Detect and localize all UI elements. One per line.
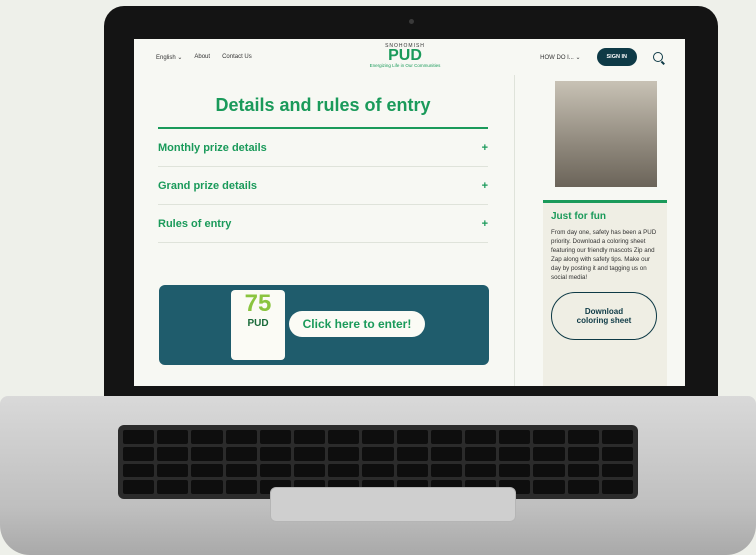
key <box>362 463 394 478</box>
key <box>465 446 497 461</box>
key <box>362 430 394 444</box>
webcam <box>409 19 414 24</box>
about-link[interactable]: About <box>194 54 210 60</box>
how-do-i-menu[interactable]: HOW DO I... ⌄ <box>540 54 580 61</box>
pud-logo[interactable]: SNOHOMISH PUD Energizing Life in Our Com… <box>360 43 450 68</box>
page-title: Details and rules of entry <box>215 95 431 115</box>
just-for-fun-card: Just for fun From day one, safety has be… <box>543 200 667 386</box>
key <box>465 430 497 444</box>
nav-left: English ⌄ About Contact Us <box>156 54 252 61</box>
key <box>533 463 565 478</box>
key <box>294 430 326 444</box>
key <box>396 430 428 444</box>
card-text: From day one, safety has been a PUD prio… <box>551 229 657 281</box>
key <box>294 463 326 478</box>
accordion-label: Rules of entry <box>158 217 232 230</box>
key <box>567 446 599 461</box>
key <box>499 446 531 461</box>
accordion-monthly-prize[interactable]: Monthly prize details + <box>158 129 488 167</box>
key <box>328 463 360 478</box>
main-content: Details and rules of entry Monthly prize… <box>158 79 488 243</box>
key <box>567 430 599 444</box>
search-icon[interactable] <box>653 52 663 62</box>
key <box>123 480 155 494</box>
key <box>225 430 257 444</box>
accordion-label: Monthly prize details <box>158 141 267 154</box>
anniversary-pud: PUD <box>247 318 269 329</box>
key <box>294 446 326 461</box>
accordion-grand-prize[interactable]: Grand prize details + <box>158 167 488 205</box>
key <box>396 446 428 461</box>
key <box>225 463 257 478</box>
enter-button[interactable]: Click here to enter! <box>289 311 425 337</box>
key <box>191 430 223 444</box>
key <box>259 446 291 461</box>
key <box>123 430 155 444</box>
key <box>601 446 633 461</box>
plus-icon: + <box>481 217 488 230</box>
key <box>157 480 189 494</box>
key <box>499 430 531 444</box>
trackpad <box>270 487 516 522</box>
key <box>533 430 565 444</box>
screen: English ⌄ About Contact Us SNOHOMISH PUD… <box>134 39 685 386</box>
key <box>123 463 155 478</box>
sign-in-button[interactable]: SIGN IN <box>596 48 637 66</box>
key <box>191 446 223 461</box>
key <box>567 463 599 478</box>
key <box>259 463 291 478</box>
key <box>157 446 189 461</box>
key <box>157 463 189 478</box>
key <box>157 430 189 444</box>
card-title: Just for fun <box>551 211 606 222</box>
key <box>601 430 633 444</box>
key <box>362 446 394 461</box>
key <box>533 480 565 494</box>
contact-link[interactable]: Contact Us <box>222 54 252 60</box>
key <box>430 463 462 478</box>
contest-banner[interactable]: 75 PUD Click here to enter! <box>159 285 489 365</box>
key <box>259 430 291 444</box>
key <box>328 446 360 461</box>
accordion-label: Grand prize details <box>158 179 258 192</box>
key <box>396 463 428 478</box>
historic-photo <box>555 81 657 187</box>
download-coloring-sheet-button[interactable]: Download coloring sheet <box>551 292 657 340</box>
key <box>533 446 565 461</box>
key <box>430 446 462 461</box>
key <box>430 430 462 444</box>
anniversary-number: 75 <box>244 290 272 317</box>
plus-icon: + <box>481 141 488 154</box>
site-header: English ⌄ About Contact Us SNOHOMISH PUD… <box>134 39 685 75</box>
accordion-rules-of-entry[interactable]: Rules of entry + <box>158 205 488 243</box>
key <box>225 446 257 461</box>
anniversary-logo: 75 PUD <box>231 290 285 360</box>
key <box>191 463 223 478</box>
key <box>601 463 633 478</box>
key <box>567 480 599 494</box>
key <box>465 463 497 478</box>
key <box>225 480 257 494</box>
key <box>191 480 223 494</box>
sidebar: Just for fun From day one, safety has be… <box>514 75 685 386</box>
logo-main-text: PUD <box>388 47 422 64</box>
plus-icon: + <box>481 179 488 192</box>
key <box>499 463 531 478</box>
key <box>601 480 633 494</box>
key <box>123 446 155 461</box>
nav-right: HOW DO I... ⌄ SIGN IN <box>540 48 663 66</box>
language-select[interactable]: English ⌄ <box>156 54 182 61</box>
logo-tagline: Energizing Life in Our Communities <box>369 63 441 68</box>
key <box>328 430 360 444</box>
